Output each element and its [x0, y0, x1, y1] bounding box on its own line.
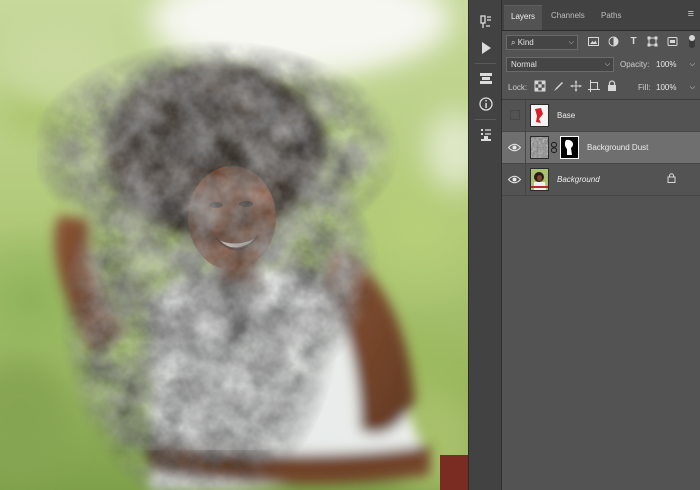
- layer-name[interactable]: Base: [557, 100, 575, 131]
- blend-mode-value: Normal: [511, 60, 537, 69]
- lock-label: Lock:: [508, 83, 528, 92]
- opacity-field[interactable]: 100% ⌵: [654, 57, 696, 72]
- type-filter-icon[interactable]: T: [628, 36, 639, 47]
- layer-row-background[interactable]: Background: [502, 164, 700, 196]
- fill-label: Fill:: [638, 83, 651, 92]
- layer-comps-icon[interactable]: [478, 70, 494, 86]
- lock-transparent-pixels-icon[interactable]: [534, 80, 546, 92]
- adjustment-filter-icon[interactable]: [608, 36, 619, 47]
- smart-object-filter-icon[interactable]: [667, 36, 678, 47]
- lock-image-pixels-icon[interactable]: [552, 80, 564, 92]
- eye-icon[interactable]: [507, 174, 522, 185]
- panel-menu-icon[interactable]: ≡: [688, 8, 694, 20]
- layer-name[interactable]: Background Dust: [587, 132, 648, 163]
- lock-row: Lock: Fill: 100% ⌵: [502, 78, 700, 98]
- shape-filter-icon[interactable]: [647, 36, 658, 47]
- blend-mode-select[interactable]: Normal ⌵: [506, 57, 614, 72]
- layers-panel: Layers Channels Paths ≡ ⌕ Kind ⌵ T Norma…: [502, 0, 700, 490]
- lock-all-icon[interactable]: [606, 80, 618, 92]
- mask-link-icon[interactable]: [551, 142, 557, 155]
- chevron-down-icon: ⌵: [689, 61, 695, 68]
- fill-field[interactable]: 100% ⌵: [654, 80, 696, 95]
- layer-thumbnail: [530, 104, 549, 127]
- layer-thumbnail: [530, 168, 549, 191]
- document-canvas[interactable]: [0, 0, 468, 490]
- tab-paths[interactable]: Paths: [594, 5, 628, 30]
- tab-layers[interactable]: Layers: [504, 5, 543, 30]
- tab-channels[interactable]: Channels: [544, 5, 592, 30]
- layer-filter-row: ⌕ Kind ⌵ T: [502, 32, 700, 54]
- chevron-down-icon: ⌵: [568, 39, 574, 46]
- stamp-icon[interactable]: [478, 127, 494, 143]
- eye-icon[interactable]: [507, 142, 522, 153]
- tool-divider: [475, 119, 496, 120]
- photo-artwork: [0, 0, 468, 490]
- lock-position-icon[interactable]: [570, 80, 582, 92]
- panel-tab-bar: Layers Channels Paths ≡: [502, 0, 700, 31]
- row-divider: [525, 132, 526, 163]
- chevron-down-icon: ⌵: [689, 84, 695, 91]
- layer-mask-thumbnail[interactable]: [560, 136, 579, 159]
- history-brush-icon[interactable]: [478, 14, 494, 30]
- filter-toggle[interactable]: [689, 35, 695, 48]
- opacity-label: Opacity:: [620, 60, 650, 69]
- filter-kind-select[interactable]: ⌕ Kind ⌵: [506, 35, 578, 50]
- chevron-down-icon: ⌵: [604, 61, 610, 68]
- tool-divider: [475, 63, 496, 64]
- image-filter-icon[interactable]: [588, 36, 599, 47]
- filter-kind-label: Kind: [517, 38, 534, 47]
- fill-value: 100%: [656, 83, 677, 92]
- lock-artboard-icon[interactable]: [588, 80, 600, 92]
- row-divider: [525, 100, 526, 131]
- row-divider: [525, 164, 526, 195]
- panel-dock-strip: [468, 0, 502, 490]
- layer-row-base[interactable]: Base: [502, 100, 700, 132]
- layer-name[interactable]: Background: [557, 164, 600, 195]
- layer-thumbnail: [530, 136, 549, 159]
- search-icon: ⌕: [511, 38, 516, 47]
- layer-row-background-dust[interactable]: Background Dust: [502, 132, 700, 164]
- visibility-toggle-off[interactable]: [510, 110, 520, 120]
- play-icon[interactable]: [478, 40, 494, 56]
- info-icon[interactable]: [478, 96, 494, 112]
- opacity-value: 100%: [656, 60, 677, 69]
- lock-icon: [667, 173, 676, 186]
- blend-row: Normal ⌵ Opacity: 100% ⌵: [502, 55, 700, 75]
